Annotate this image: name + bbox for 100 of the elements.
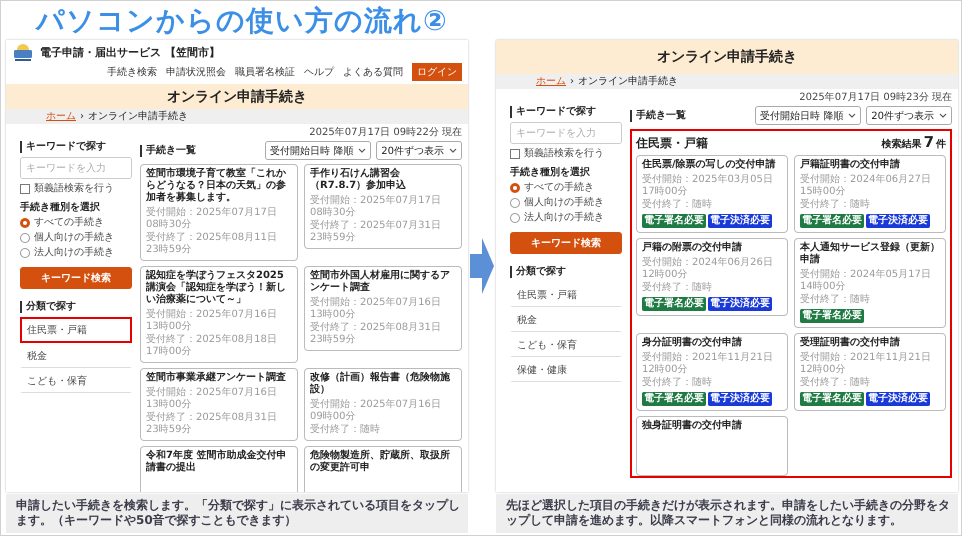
category-title: 住民票・戸籍 [636,135,708,152]
dropdown-select[interactable]: 20件ずつ表示 [376,141,462,160]
section-heading: 分類で探す [20,301,132,313]
right-arrow-icon [470,238,494,294]
card-title: 独身証明書の交付申請 [642,420,743,432]
radio-button[interactable] [20,248,30,258]
card-date: 受付終了：2025年08月11日 23時59分 [146,232,278,256]
procedure-card[interactable]: 手作り石けん講習会（R7.8.7）参加申込 受付開始：2025年07月17日 08時30分 受付終了：2025年07月31日 23時59分 [304,164,462,249]
category-link[interactable]: こども・保育 [20,368,132,393]
city-logo-icon [12,43,34,61]
procedure-card[interactable]: 改修（計画）報告書（危険物施設） 受付開始：2025年07月16日 09時00分 受付終了：随時 [304,368,462,441]
checkbox-label: 類義語検索を行う [34,183,114,195]
card-title: 本人通知サービス登録（更新）申請 [800,242,940,266]
category-link[interactable]: 税金 [20,343,132,368]
caret-icon [848,113,856,118]
procedure-card[interactable]: 独身証明書の交付申請 [636,416,788,476]
nav-link[interactable]: 職員署名検証 [235,65,295,79]
radio-button[interactable] [20,233,30,243]
radio-button[interactable] [20,218,30,228]
procedure-card[interactable]: 本人通知サービス登録（更新）申請 受付開始：2024年05月17日 14時00分 受付終了：随時 電子署名必要 [794,238,946,328]
category-link[interactable]: 住民票・戸籍 [510,282,622,307]
nav-link[interactable]: ヘルプ [304,65,334,79]
card-date: 受付開始：2021年11月21日 12時00分 [800,352,932,376]
category-link[interactable]: こども・保育 [510,332,622,357]
breadcrumb-link[interactable]: ホーム [536,76,566,88]
procedure-card[interactable]: 戸籍の附票の交付申請 受付開始：2024年06月26日 12時00分 受付終了：随時 電子署名必要 電子決済必要 [636,238,788,316]
radio-button[interactable] [510,213,520,223]
requirement-badge: 電子決済必要 [708,297,772,311]
requirement-badge: 電子署名必要 [800,309,864,323]
category-link[interactable]: 住民票・戸籍 [20,317,132,343]
requirement-badge: 電子署名必要 [642,214,706,228]
card-title: 身分証明書の交付申請 [642,337,743,349]
checkbox-label: 類義語検索を行う [524,148,604,160]
dropdown-select[interactable]: 20件ずつ表示 [866,106,952,125]
radio-button[interactable] [510,183,520,193]
procedure-card[interactable]: 住民票/除票の写しの交付申請 受付開始：2025年03月05日 17時00分 受付終了：随時 電子署名必要 電子決済必要 [636,155,788,233]
requirement-badge: 電子決済必要 [866,392,930,406]
card-date: 受付開始：2025年07月16日 13時00分 [146,309,278,333]
card-date: 受付終了：随時 [800,294,871,306]
card-title: 令和7年度 笠間市助成金交付申請書の提出 [146,450,288,474]
slide-title: パソコンからの使い方の流れ② [36,3,449,39]
procedure-card[interactable]: 笠間市事業承継アンケート調査 受付開始：2025年07月16日 13時00分 受付終了：2025年08月31日 23時59分 [140,368,298,441]
card-date: 受付開始：2021年11月21日 12時00分 [642,352,774,376]
requirement-badge: 電子署名必要 [642,392,706,406]
nav-link[interactable]: 手続き検索 [107,65,157,79]
breadcrumb-current: オンライン申請手続き [88,110,188,122]
radio-label: すべての手続き [524,182,594,194]
caption-text: 先ほど選択した項目の手続きだけが表示されます。申請をしたい手続きの分野をタップして申請を進めます。以降スマートフォンと同様の流れとなります。 [506,498,950,528]
radio-button[interactable] [510,198,520,208]
card-title: 笠間市外国人材雇用に関するアンケート調査 [310,270,451,294]
keyword-search-button[interactable]: キーワード検索 [510,232,622,254]
page-title: オンライン申請手続き [657,48,797,66]
dropdown-select[interactable]: 受付開始日時 降順 [265,141,372,160]
card-date: 受付終了：随時 [800,199,871,211]
procedure-card[interactable]: 令和7年度 笠間市助成金交付申請書の提出 [140,446,298,492]
radio-label: 法人向けの手続き [524,212,604,224]
checkbox[interactable] [20,184,30,194]
card-title: 受理証明書の交付申請 [800,337,901,349]
card-title: 手作り石けん講習会（R7.8.7）参加申込 [310,168,408,192]
procedure-card[interactable]: 身分証明書の交付申請 受付開始：2021年11月21日 12時00分 受付終了：随時 電子署名必要 電子決済必要 [636,333,788,411]
dropdown-select[interactable]: 受付開始日時 降順 [755,106,862,125]
card-date: 受付開始：2025年07月17日 08時30分 [146,207,278,231]
card-title: 戸籍の附票の交付申請 [642,242,743,254]
card-date: 受付終了：随時 [642,199,713,211]
section-heading: 分類で探す [510,266,622,278]
procedure-card[interactable]: 戸籍証明書の交付申請 受付開始：2024年06月27日 15時00分 受付終了：随時 電子署名必要 電子決済必要 [794,155,946,233]
nav-link[interactable]: 申請状況照会 [166,65,226,79]
checkbox[interactable] [510,149,520,159]
nav-link[interactable]: よくある質問 [343,65,403,79]
breadcrumb-separator: › [570,76,574,88]
card-title: 改修（計画）報告書（危険物施設） [310,372,451,396]
category-link[interactable]: 保健・健康 [510,357,622,382]
card-date: 受付開始：2025年07月17日 08時30分 [310,195,442,219]
type-heading: 手続き種別を選択 [510,166,591,179]
card-title: 認知症を学ぼうフェスタ2025 講演会「認知症を学ぼう！新しい治療薬について～」 [146,270,287,306]
radio-label: 法人向けの手続き [34,247,114,259]
caption-text: 申請したい手続きを検索します。「分類で探す」に表示されている項目をタップします。（キーワードや50音で探すこともできます） [16,498,460,528]
procedure-card[interactable]: 認知症を学ぼうフェスタ2025 講演会「認知症を学ぼう！新しい治療薬について～」 受付開始：2025年07月16日 13時00分 受付終了：2025年08月18日 17時00分 [140,266,298,363]
site-title: 電子申請・届出サービス 【笠間市】 [40,44,220,60]
login-button[interactable]: ログイン [412,63,462,81]
timestamp: 2025年07月17日 09時23分 現在 [799,92,952,104]
breadcrumb-separator: › [80,110,84,122]
caret-icon [939,113,947,118]
category-link[interactable]: 税金 [510,307,622,332]
keyword-search-button[interactable]: キーワード検索 [20,267,132,289]
type-heading: 手続き種別を選択 [20,200,101,214]
radio-label: 個人向けの手続き [34,232,114,244]
card-date: 受付開始：2025年03月05日 17時00分 [642,174,774,198]
procedure-card[interactable]: 受理証明書の交付申請 受付開始：2021年11月21日 12時00分 受付終了：随時 電子署名必要 電子決済必要 [794,333,946,411]
card-date: 受付終了：随時 [642,377,713,389]
breadcrumb-link[interactable]: ホーム [46,110,76,122]
requirement-badge: 電子署名必要 [800,214,864,228]
card-date: 受付開始：2025年07月16日 09時00分 [310,399,442,423]
card-date: 受付開始：2025年07月16日 13時00分 [146,387,278,411]
card-date: 受付開始：2024年06月27日 15時00分 [800,174,932,198]
procedure-card[interactable]: 笠間市外国人材雇用に関するアンケート調査 受付開始：2025年07月16日 13時00分 受付終了：2025年08月31日 23時59分 [304,266,462,351]
procedure-card[interactable]: 笠間市環境子育て教室「これからどうなる？日本の天気」の参加者を募集します。 受付開始：2025年07月17日 08時30分 受付終了：2025年08月11日 23時59分 [140,164,298,261]
section-heading: キーワードで探す [510,106,622,118]
card-date: 受付終了：随時 [642,282,713,294]
procedure-card[interactable]: 危険物製造所、貯蔵所、取扱所の変更許可申 [304,446,462,492]
